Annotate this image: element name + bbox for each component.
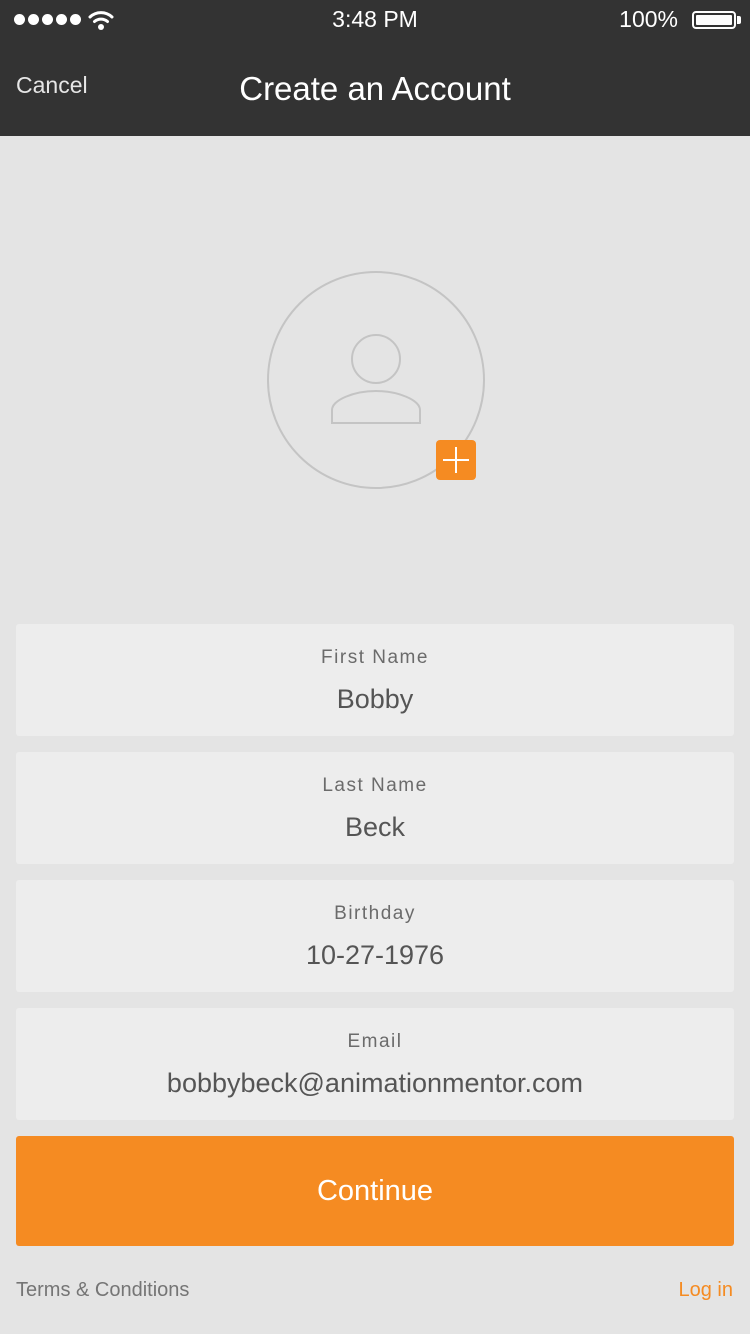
login-link[interactable]: Log in — [679, 1279, 734, 1302]
last-name-value[interactable]: Beck — [16, 812, 734, 843]
battery-percentage: 100% — [619, 6, 678, 32]
battery-icon — [692, 11, 736, 29]
plus-icon — [443, 447, 469, 473]
birthday-field[interactable]: Birthday 10-27-1976 — [16, 880, 734, 992]
first-name-field[interactable]: First Name Bobby — [16, 624, 734, 736]
email-value[interactable]: bobbybeck@animationmentor.com — [16, 1068, 734, 1099]
first-name-label: First Name — [321, 647, 429, 668]
battery-tip — [737, 16, 741, 24]
status-bar: 3:48 PM 100% — [0, 0, 750, 40]
last-name-label: Last Name — [322, 775, 428, 796]
person-icon — [331, 334, 421, 424]
last-name-field[interactable]: Last Name Beck — [16, 752, 734, 864]
email-label: Email — [347, 1031, 403, 1052]
page-title: Create an Account — [239, 70, 511, 107]
first-name-value[interactable]: Bobby — [16, 684, 734, 715]
add-photo-button[interactable] — [436, 440, 476, 480]
birthday-value[interactable]: 10-27-1976 — [16, 940, 734, 971]
continue-button[interactable]: Continue — [16, 1136, 734, 1246]
birthday-label: Birthday — [334, 903, 416, 924]
terms-link[interactable]: Terms & Conditions — [16, 1279, 189, 1302]
email-field[interactable]: Email bobbybeck@animationmentor.com — [16, 1008, 734, 1120]
top-bar: 3:48 PM 100% Cancel Create an Account — [0, 0, 750, 136]
profile-photo-picker[interactable] — [267, 271, 485, 489]
